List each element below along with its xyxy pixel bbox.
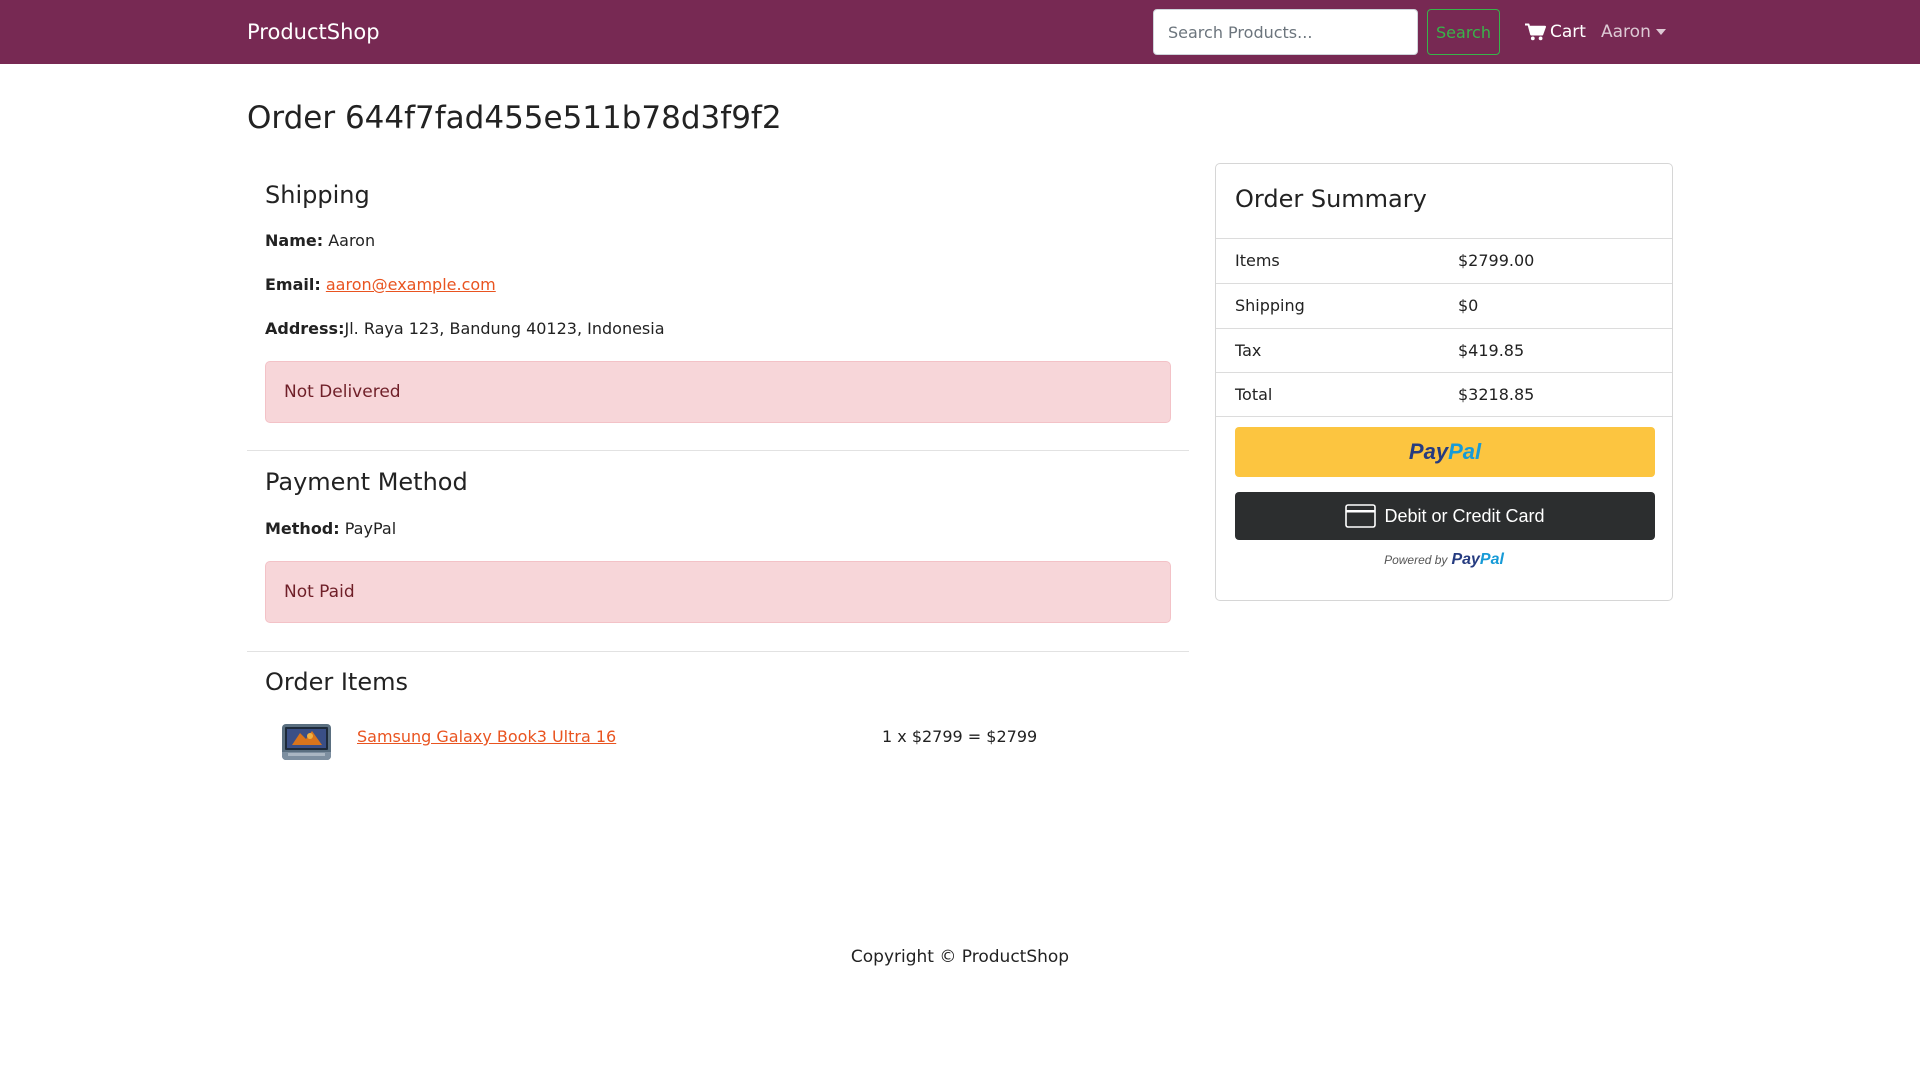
summary-value: $3218.85 <box>1458 385 1535 404</box>
paypal-logo-part1: Pay <box>1408 439 1449 464</box>
delivery-status-text: Not Delivered <box>284 382 401 402</box>
shipping-address-line: Address:Jl. Raya 123, Bandung 40123, Ind… <box>265 318 665 340</box>
caret-down-icon <box>1655 29 1666 35</box>
search-input[interactable] <box>1153 9 1418 55</box>
cart-label: Cart <box>1550 22 1586 42</box>
powered-by-paypal: Powered by PayPal <box>1216 551 1672 569</box>
shipping-email-link[interactable]: aaron@example.com <box>326 275 496 294</box>
footer-copyright: Copyright © ProductShop <box>850 947 1070 967</box>
shipping-email-label: Email: <box>265 275 321 294</box>
paypal-button[interactable]: Pay Pal <box>1235 427 1655 477</box>
summary-value: $2799.00 <box>1458 251 1535 270</box>
order-items-heading: Order Items <box>265 668 408 696</box>
order-item-total: 1 x $2799 = $2799 <box>882 727 1038 746</box>
paypal-logo-part1: Pay <box>1451 551 1480 568</box>
navbar: ProductShop Search Cart Aaron <box>0 0 1920 64</box>
user-menu-dropdown[interactable]: Aaron <box>1601 19 1666 45</box>
order-summary-title: Order Summary <box>1235 185 1427 213</box>
shipping-address-value: Jl. Raya 123, Bandung 40123, Indonesia <box>344 319 665 338</box>
brand-link[interactable]: ProductShop <box>247 19 380 45</box>
shipping-name-line: Name: Aaron <box>265 230 375 252</box>
shipping-address-label: Address: <box>265 319 345 338</box>
payment-method-line: Method: PayPal <box>265 518 396 540</box>
paypal-logo-part2: Pal <box>1479 551 1504 568</box>
summary-row-total: Total $3218.85 <box>1216 372 1672 417</box>
summary-value: $419.85 <box>1458 341 1525 360</box>
summary-row-items: Items $2799.00 <box>1216 238 1672 283</box>
cart-link[interactable]: Cart <box>1525 19 1586 45</box>
section-divider <box>247 651 1189 652</box>
payment-method-label: Method: <box>265 519 340 538</box>
product-thumbnail <box>282 724 331 760</box>
summary-label: Total <box>1235 385 1273 404</box>
summary-label: Items <box>1235 251 1280 270</box>
paypal-logo-part2: Pal <box>1448 439 1482 464</box>
summary-label: Shipping <box>1235 296 1305 315</box>
summary-row-shipping: Shipping $0 <box>1216 283 1672 328</box>
delivery-status-alert: Not Delivered <box>265 361 1171 423</box>
shopping-cart-icon <box>1525 23 1546 41</box>
shipping-email-line: Email: aaron@example.com <box>265 274 496 296</box>
credit-card-icon <box>1345 504 1377 528</box>
shipping-name-label: Name: <box>265 231 324 250</box>
order-item-link[interactable]: Samsung Galaxy Book3 Ultra 16 <box>357 726 616 748</box>
page-title: Order 644f7fad455e511b78d3f9f2 <box>247 100 782 136</box>
search-button[interactable]: Search <box>1427 9 1500 55</box>
summary-label: Tax <box>1235 341 1262 360</box>
summary-value: $0 <box>1458 296 1479 315</box>
payment-status-text: Not Paid <box>284 582 355 602</box>
payment-status-alert: Not Paid <box>265 561 1171 623</box>
payment-heading: Payment Method <box>265 468 468 496</box>
order-summary-card: Order Summary Items $2799.00 Shipping $0… <box>1215 163 1673 601</box>
shipping-name-value: Aaron <box>328 231 376 250</box>
powered-by-text: Powered by <box>1384 553 1448 567</box>
shipping-heading: Shipping <box>265 181 370 209</box>
payment-method-value: PayPal <box>344 519 397 538</box>
summary-row-tax: Tax $419.85 <box>1216 328 1672 373</box>
section-divider <box>247 450 1189 451</box>
paypal-logo: PayPal <box>1451 551 1503 569</box>
card-button-label: Debit or Credit Card <box>1384 505 1545 526</box>
user-menu-label: Aaron <box>1601 22 1651 42</box>
debit-credit-card-button[interactable]: Debit or Credit Card <box>1235 492 1655 540</box>
